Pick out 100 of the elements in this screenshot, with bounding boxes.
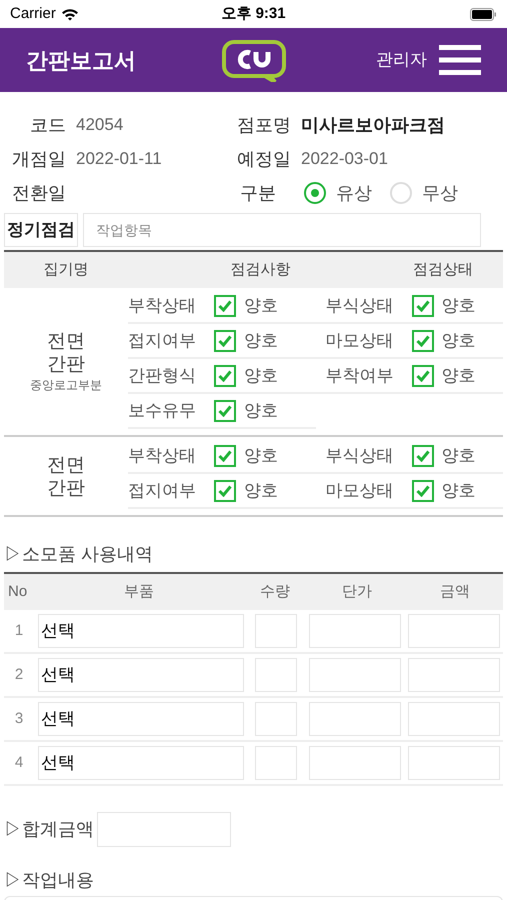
unit-price-field[interactable] — [309, 702, 401, 736]
check-icon — [218, 484, 232, 496]
status-label: 양호 — [442, 480, 476, 502]
field-value: 42054 — [76, 114, 124, 136]
column-header: 금액 — [439, 582, 471, 602]
check-icon — [416, 300, 430, 312]
part-select[interactable]: 선택 — [38, 614, 244, 648]
regular-check-button[interactable]: 정기점검 — [4, 213, 78, 247]
checkbox[interactable] — [214, 400, 236, 422]
check-item-label: 마모상태 — [326, 330, 394, 352]
fixture-part: 중앙로고부분 — [30, 377, 102, 394]
field-value: 2022-03-01 — [301, 148, 388, 170]
check-icon — [218, 370, 232, 382]
check-icon — [218, 404, 232, 416]
field-label: 전환일 — [11, 182, 66, 204]
status-time: 오후 9:31 — [221, 4, 286, 24]
checkbox[interactable] — [412, 444, 434, 466]
status-label: 양호 — [244, 294, 278, 317]
field-label: 예정일 — [236, 148, 291, 170]
check-item-label: 마모상태 — [326, 480, 394, 502]
amount-field[interactable] — [408, 658, 500, 692]
status-label: 양호 — [244, 400, 278, 422]
unit-price-field[interactable] — [309, 614, 401, 648]
checkbox[interactable] — [214, 480, 236, 502]
status-label: 양호 — [244, 480, 278, 502]
fixture-name: 전면 간판 — [46, 330, 86, 376]
row-number: 3 — [14, 708, 24, 729]
wifi-icon — [60, 8, 79, 20]
section-title: ▷작업내용 — [4, 869, 95, 892]
status-label: 양호 — [442, 444, 476, 467]
check-item-label: 간판형식 — [128, 364, 197, 387]
checkbox[interactable] — [214, 364, 236, 386]
status-label: 양호 — [244, 364, 278, 387]
check-icon — [218, 450, 232, 462]
amount-field[interactable] — [408, 614, 500, 648]
unit-price-field[interactable] — [309, 658, 401, 692]
quantity-field[interactable] — [255, 614, 297, 648]
checkbox[interactable] — [412, 330, 434, 352]
quantity-field[interactable] — [255, 658, 297, 692]
check-icon — [416, 370, 430, 382]
quantity-field[interactable] — [255, 746, 297, 780]
checkbox[interactable] — [214, 330, 236, 352]
radio-option[interactable]: 무상 — [390, 180, 458, 206]
user-label: 관리자 — [376, 49, 427, 72]
quantity-field[interactable] — [255, 702, 297, 736]
column-header: 수량 — [259, 582, 291, 602]
check-item-label: 보수유무 — [128, 400, 197, 422]
part-select[interactable]: 선택 — [38, 746, 244, 780]
carrier-label: Carrier — [10, 4, 56, 24]
amount-field[interactable] — [408, 746, 500, 780]
column-header: No — [7, 582, 28, 602]
field-label: 구분 — [239, 182, 276, 204]
checkbox[interactable] — [412, 294, 434, 316]
check-icon — [218, 334, 232, 346]
check-item-label: 접지여부 — [128, 330, 197, 352]
status-label: 양호 — [442, 330, 476, 352]
column-header: 부품 — [123, 582, 155, 602]
field-value: 2022-01-11 — [76, 148, 162, 170]
check-item-label: 접지여부 — [128, 480, 197, 502]
section-title: ▷소모품 사용내역 — [4, 543, 154, 566]
battery-icon — [470, 8, 497, 20]
check-icon — [416, 484, 430, 496]
check-item-label: 부식상태 — [326, 444, 394, 467]
status-label: 양호 — [244, 444, 278, 467]
checkbox[interactable] — [214, 294, 236, 316]
row-number: 4 — [14, 752, 24, 773]
row-number: 1 — [14, 620, 24, 641]
column-header: 점검상태 — [412, 260, 474, 280]
column-header: 점검사항 — [230, 260, 292, 280]
check-item-label: 부착상태 — [128, 294, 197, 317]
field-label: 개점일 — [11, 148, 66, 170]
status-label: 양호 — [442, 294, 476, 317]
menu-icon[interactable] — [439, 44, 481, 76]
checkbox[interactable] — [412, 364, 434, 386]
row-number: 2 — [14, 664, 24, 685]
check-icon — [218, 300, 232, 312]
check-item-label: 부식상태 — [326, 294, 394, 317]
section-title: ▷합계금액 — [4, 818, 94, 841]
field-label: 코드 — [29, 114, 66, 136]
page-title: 간판보고서 — [26, 46, 136, 74]
part-select[interactable]: 선택 — [38, 702, 244, 736]
status-label: 양호 — [442, 364, 476, 387]
unit-price-field[interactable] — [309, 746, 401, 780]
radio-option[interactable]: 유상 — [304, 180, 372, 206]
field-value: 미사르보아파크점 — [301, 114, 445, 136]
column-header: 집기명 — [42, 260, 90, 280]
status-label: 양호 — [244, 330, 278, 352]
work-item-field[interactable]: 작업항목 — [83, 213, 481, 247]
fixture-name: 전면 간판 — [46, 454, 86, 500]
logo-icon — [220, 38, 288, 82]
check-item-label: 부착상태 — [128, 444, 197, 467]
check-icon — [416, 334, 430, 346]
field-label: 점포명 — [236, 114, 291, 136]
check-icon — [416, 450, 430, 462]
part-select[interactable]: 선택 — [38, 658, 244, 692]
radio-button[interactable] — [304, 182, 326, 204]
checkbox[interactable] — [214, 444, 236, 466]
amount-field[interactable] — [408, 702, 500, 736]
checkbox[interactable] — [412, 480, 434, 502]
total-amount-field[interactable] — [97, 812, 231, 847]
